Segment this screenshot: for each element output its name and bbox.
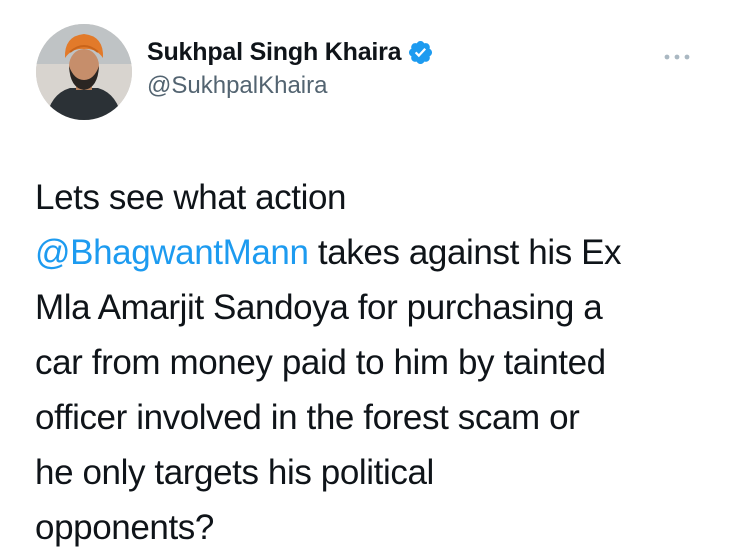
tweet-text-fragment: takes against his Ex: [308, 233, 622, 272]
handle[interactable]: @SukhpalKhaira: [147, 72, 434, 100]
avatar[interactable]: [36, 24, 132, 120]
display-name[interactable]: Sukhpal Singh Khaira: [147, 38, 402, 67]
author-info: Sukhpal Singh Khaira @SukhpalKhaira: [147, 36, 434, 100]
tweet-text-line: car from money paid to him by tainted: [35, 343, 606, 382]
name-row: Sukhpal Singh Khaira: [147, 36, 434, 68]
tweet-text: Lets see what action @BhagwantMann takes…: [35, 170, 715, 555]
tweet-card: Sukhpal Singh Khaira @SukhpalKhaira Lets…: [0, 0, 730, 548]
tweet-text-line: Mla Amarjit Sandoya for purchasing a: [35, 288, 603, 327]
profile-photo: [36, 24, 132, 120]
mention-link[interactable]: @BhagwantMann: [35, 233, 309, 272]
tweet-text-line: Lets see what action: [35, 178, 347, 217]
tweet-header: Sukhpal Singh Khaira @SukhpalKhaira: [36, 24, 696, 124]
tweet-text-line: @BhagwantMann takes against his Ex: [35, 225, 715, 280]
tweet-text-line: opponents?: [35, 508, 214, 547]
more-options-icon[interactable]: [662, 50, 692, 62]
verified-badge-icon: [407, 39, 434, 66]
tweet-text-line: he only targets his political: [35, 453, 434, 492]
tweet-text-line: officer involved in the forest scam or: [35, 398, 580, 437]
